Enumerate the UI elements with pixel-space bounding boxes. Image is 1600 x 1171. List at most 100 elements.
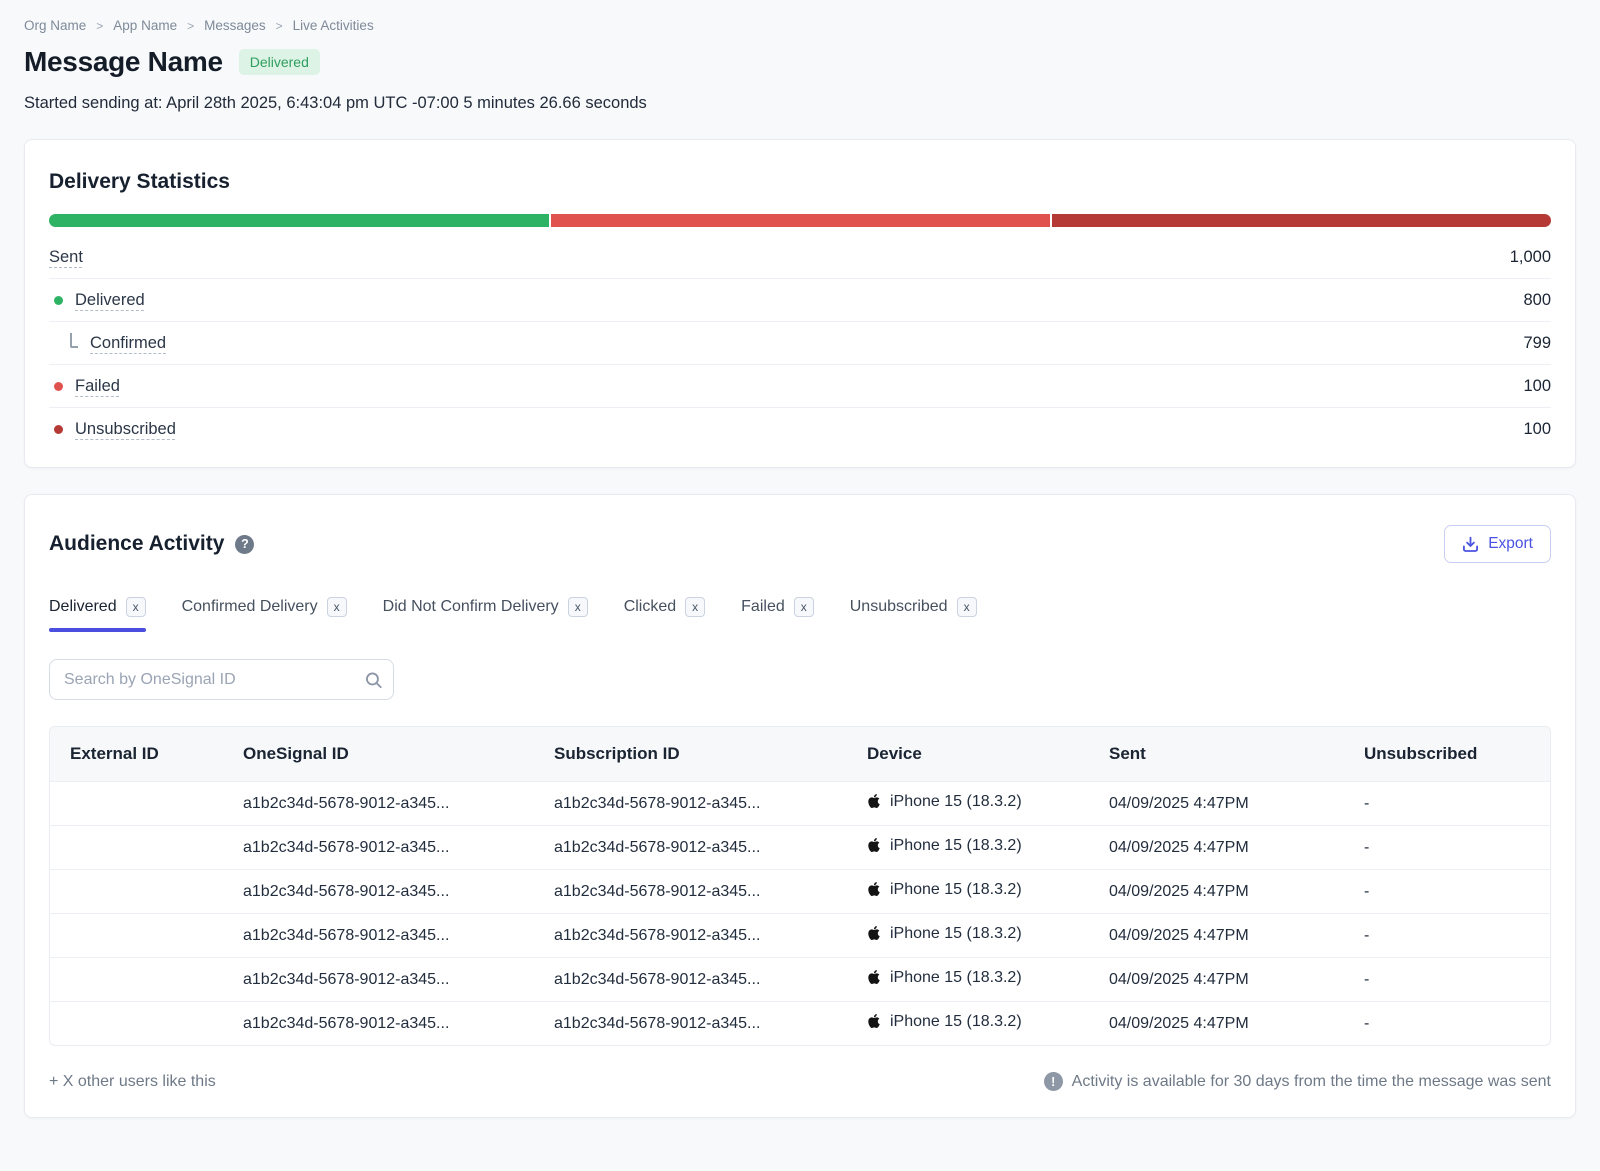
delivery-stats-rows: Sent 1,000 Delivered 800 Confirmed 799 Failed 1… [49,236,1551,451]
tab-count-badge[interactable]: x [793,597,814,617]
device-cell: iPhone 15 (18.3.2) [847,1001,1089,1045]
legend-dot-failed [54,381,63,391]
device-cell: iPhone 15 (18.3.2) [847,869,1089,914]
stat-label-delivered[interactable]: Delivered [75,291,145,310]
help-icon[interactable]: ? [235,534,255,554]
subscription-id-cell: a1b2c34d-5678-9012-a345... [534,825,847,870]
apple-icon [867,793,881,809]
stat-value-failed: 100 [1523,376,1551,395]
stat-value-confirmed: 799 [1523,333,1551,352]
tab-label: Confirmed Delivery [181,598,318,615]
delivery-progress-bar [49,214,1551,227]
device-name: iPhone 15 (18.3.2) [890,1013,1022,1030]
stat-value-sent: 1,000 [1509,247,1551,266]
table-header-row: External ID OneSignal ID Subscription ID De… [50,727,1550,782]
activity-retention-note: ! Activity is available for 30 days from… [1043,1072,1551,1091]
apple-icon [867,837,881,853]
tab-count-badge[interactable]: x [326,597,347,617]
apple-icon [867,969,881,985]
table-row[interactable]: a1b2c34d-5678-9012-a345... a1b2c34d-5678-… [50,825,1550,870]
stat-label-sent[interactable]: Sent [49,248,83,267]
unsubscribed-cell: - [1344,781,1550,826]
stat-label-failed[interactable]: Failed [75,377,120,396]
tree-connector-icon [70,333,78,348]
page-title: Message Name [24,46,223,77]
breadcrumb-separator: > [275,18,283,33]
tab-label: Did Not Confirm Delivery [382,598,559,615]
tab-label: Clicked [623,598,677,615]
external-id-cell [50,825,223,870]
stat-value-delivered: 800 [1523,290,1551,309]
tab-confirmed-delivery[interactable]: Confirmed Delivery x [182,597,347,632]
device-name: iPhone 15 (18.3.2) [890,969,1022,986]
sent-cell: 04/09/2025 4:47PM [1089,913,1344,958]
bar-segment-failed [551,214,1051,227]
table-row[interactable]: a1b2c34d-5678-9012-a345... a1b2c34d-5678-… [50,1001,1550,1045]
subscription-id-cell: a1b2c34d-5678-9012-a345... [534,913,847,958]
onesignal-id-cell: a1b2c34d-5678-9012-a345... [223,781,534,826]
tab-count-badge[interactable]: x [956,597,977,617]
breadcrumb-item-app-name[interactable]: App Name [113,18,177,33]
audience-tabs: Delivered x Confirmed Delivery x Did Not Con… [49,597,1551,632]
tab-label: Delivered [49,598,117,615]
external-id-cell [50,1001,223,1045]
column-header-subscription-id: Subscription ID [534,727,847,782]
other-users-note: + X other users like this [49,1072,216,1090]
export-icon [1462,536,1479,553]
delivery-statistics-card: Delivery Statistics Sent 1,000 Delivered 80… [24,139,1576,468]
sent-cell: 04/09/2025 4:47PM [1089,957,1344,1002]
tab-label: Failed [741,598,785,615]
bar-segment-delivered [49,214,550,227]
subscription-id-cell: a1b2c34d-5678-9012-a345... [534,781,847,826]
tab-clicked[interactable]: Clicked x [623,597,706,632]
stat-label-unsubscribed[interactable]: Unsubscribed [75,420,176,439]
breadcrumb: Org Name > App Name > Messages > Live Activiti… [24,18,1576,33]
bar-segment-unsubscribed [1052,214,1551,227]
breadcrumb-item-org-name[interactable]: Org Name [24,18,86,33]
table-row[interactable]: a1b2c34d-5678-9012-a345... a1b2c34d-5678-… [50,913,1550,958]
column-header-sent: Sent [1089,727,1344,782]
tab-count-badge[interactable]: x [567,597,588,617]
tab-unsubscribed[interactable]: Unsubscribed x [850,597,977,632]
unsubscribed-cell: - [1344,1001,1550,1045]
stat-label-confirmed[interactable]: Confirmed [90,334,166,353]
device-name: iPhone 15 (18.3.2) [890,925,1022,942]
stat-row-sent: Sent 1,000 [49,236,1551,279]
breadcrumb-item-live-activities[interactable]: Live Activities [293,18,374,33]
tab-count-badge[interactable]: x [685,597,706,617]
breadcrumb-item-messages[interactable]: Messages [204,18,266,33]
stat-row-unsubscribed: Unsubscribed 100 [49,408,1551,451]
stat-row-delivered: Delivered 800 [49,279,1551,322]
breadcrumb-separator: > [96,18,104,33]
audience-activity-footer: + X other users like this ! Activity is … [49,1072,1551,1091]
onesignal-id-cell: a1b2c34d-5678-9012-a345... [223,825,534,870]
delivery-statistics-title: Delivery Statistics [49,170,230,193]
audience-activity-header: Audience Activity ? Export [49,525,1551,563]
table-row[interactable]: a1b2c34d-5678-9012-a345... a1b2c34d-5678-… [50,781,1550,826]
search-box [49,659,394,700]
tab-delivered[interactable]: Delivered x [49,597,146,632]
stat-value-unsubscribed: 100 [1523,420,1551,438]
legend-dot-delivered [54,295,63,305]
sent-cell: 04/09/2025 4:47PM [1089,781,1344,826]
device-name: iPhone 15 (18.3.2) [890,793,1022,810]
activity-retention-text: Activity is available for 30 days from t… [1071,1072,1551,1090]
status-badge: Delivered [238,49,320,75]
onesignal-id-cell: a1b2c34d-5678-9012-a345... [223,913,534,958]
sent-cell: 04/09/2025 4:47PM [1089,869,1344,914]
column-header-unsubscribed: Unsubscribed [1344,727,1550,782]
apple-icon [867,925,881,941]
table-row[interactable]: a1b2c34d-5678-9012-a345... a1b2c34d-5678-… [50,957,1550,1002]
table-row[interactable]: a1b2c34d-5678-9012-a345... a1b2c34d-5678-… [50,869,1550,914]
send-timestamp: Started sending at: April 28th 2025, 6:4… [24,94,647,112]
external-id-cell [50,913,223,958]
tab-failed[interactable]: Failed x [741,597,814,632]
device-cell: iPhone 15 (18.3.2) [847,957,1089,1002]
tab-count-badge[interactable]: x [125,597,146,617]
audience-activity-card: Audience Activity ? Export Delivered x Con… [24,494,1576,1118]
column-header-device: Device [847,727,1089,782]
export-button[interactable]: Export [1444,525,1551,563]
search-input[interactable] [49,659,394,700]
tab-did-not-confirm-delivery[interactable]: Did Not Confirm Delivery x [383,597,588,632]
audience-table: External ID OneSignal ID Subscription ID De… [49,726,1551,1046]
